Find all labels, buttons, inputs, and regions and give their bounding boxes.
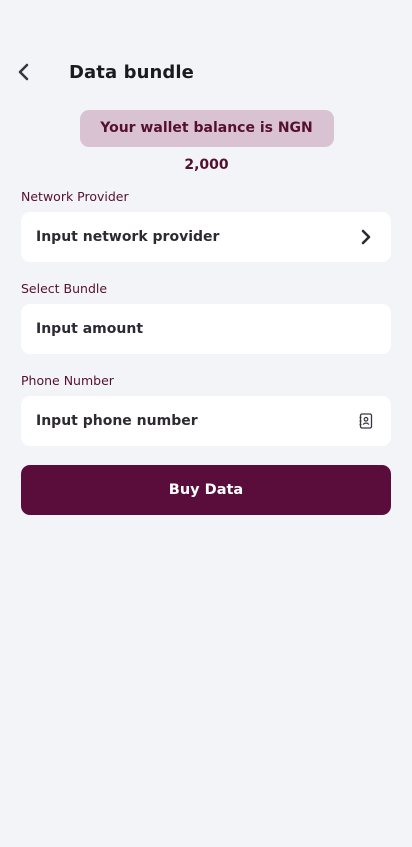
chevron-left-icon: [17, 63, 31, 85]
network-provider-label: Network Provider: [21, 189, 129, 204]
network-provider-placeholder: Input network provider: [36, 229, 220, 245]
wallet-balance-badge: Your wallet balance is NGN 2,000: [79, 110, 334, 173]
amount-input[interactable]: Input amount: [21, 304, 391, 354]
phone-number-input[interactable]: Input phone number: [21, 396, 391, 446]
select-bundle-label: Select Bundle: [21, 281, 108, 296]
contact-book-icon[interactable]: [356, 411, 376, 431]
buy-data-button[interactable]: Buy Data: [21, 465, 391, 515]
chevron-right-icon: [356, 227, 376, 247]
page-title: Data bundle: [69, 62, 194, 83]
phone-number-label: Phone Number: [21, 373, 114, 388]
amount-placeholder: Input amount: [36, 321, 144, 337]
phone-number-placeholder: Input phone number: [36, 413, 198, 429]
wallet-balance-container: Your wallet balance is NGN 2,000: [0, 110, 412, 173]
data-bundle-screen: Data bundle Your wallet balance is NGN 2…: [0, 0, 412, 847]
network-provider-select[interactable]: Input network provider: [21, 212, 391, 262]
back-button[interactable]: [10, 60, 38, 88]
header: Data bundle: [0, 56, 412, 92]
